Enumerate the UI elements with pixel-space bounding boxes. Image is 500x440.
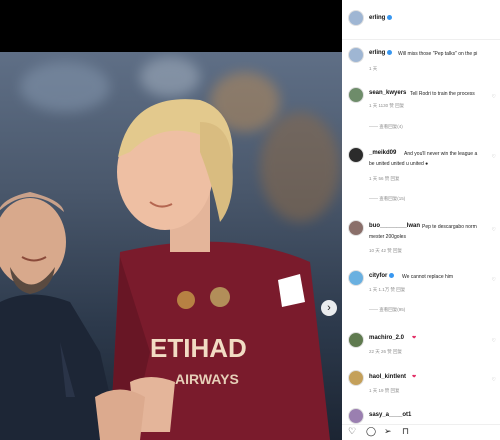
verified-badge-icon xyxy=(387,50,393,55)
like-heart-icon[interactable]: ♡ xyxy=(492,377,496,383)
caption-avatar[interactable] xyxy=(348,47,364,63)
comment-avatar[interactable] xyxy=(348,147,364,163)
verified-badge-icon xyxy=(387,15,393,20)
save-icon[interactable]: ⊓ xyxy=(402,426,409,437)
comment-username[interactable]: _meikd09 xyxy=(369,150,396,156)
post-photo[interactable]: ETIHAD AIRWAYS › xyxy=(0,52,342,440)
comment-icon[interactable]: ◯ xyxy=(366,426,376,437)
view-replies-link[interactable]: —— 查看回复(95) xyxy=(369,307,405,313)
author-avatar[interactable] xyxy=(348,10,364,26)
comment-username[interactable]: cityfor xyxy=(369,273,395,279)
verified-badge-icon xyxy=(389,273,395,278)
like-icon[interactable]: ♡ xyxy=(348,426,356,437)
person-player xyxy=(95,99,330,440)
comment-avatar[interactable] xyxy=(348,408,364,424)
jersey-sponsor-subtext: AIRWAYS xyxy=(175,371,239,387)
author-username[interactable]: erling xyxy=(369,15,393,21)
comment-meta: 1 天 56 赞 回复 xyxy=(369,176,400,181)
caption-text: Will miss those "Pep talks" on the pi xyxy=(398,51,478,57)
comment-username[interactable]: sean_kwyers xyxy=(369,90,406,96)
comment-username[interactable]: haol_kintlent xyxy=(369,374,406,380)
like-heart-icon[interactable]: ♡ xyxy=(492,94,496,100)
comment-text: ❤ xyxy=(412,335,417,341)
like-heart-icon[interactable]: ♡ xyxy=(492,227,496,233)
comment-avatar[interactable] xyxy=(348,220,364,236)
view-replies-link[interactable]: —— 查看回复(4) xyxy=(369,124,403,130)
comment-meta: 10 天 42 赞 回复 xyxy=(369,248,403,253)
comment-avatar[interactable] xyxy=(348,87,364,103)
photo-illustration: ETIHAD AIRWAYS xyxy=(0,99,330,440)
comments-panel: erling erling Will miss those "Pep talks… xyxy=(342,0,500,440)
like-heart-icon[interactable]: ♡ xyxy=(492,338,496,344)
view-replies-link[interactable]: —— 查看回复(15) xyxy=(369,196,405,202)
comment-text: Tell Rodri to train the process xyxy=(410,91,475,97)
like-heart-icon[interactable]: ♡ xyxy=(492,154,496,160)
comment-avatar[interactable] xyxy=(348,270,364,286)
comment-text: Pep te descargabo norm xyxy=(422,224,477,230)
jersey-sponsor-text: ETIHAD xyxy=(150,333,247,363)
instagram-post-viewer: ETIHAD AIRWAYS › erling erling Will miss… xyxy=(0,0,500,440)
comment-text-line2: mester 200goles xyxy=(369,234,406,240)
comment-meta: 1 天 1.1万 赞 回复 xyxy=(369,287,406,292)
comment-meta: 1 天 1130 赞 回复 xyxy=(369,103,405,108)
caption-time: 1 天 xyxy=(369,66,378,71)
comment-username[interactable]: buo________lwan xyxy=(369,223,420,229)
comment-username[interactable]: sasy_a____ot1 xyxy=(369,412,411,418)
comment-text-line2: be united united u united ● xyxy=(369,161,429,167)
comment-text: We cannot replace him xyxy=(402,274,454,280)
comment-meta: 1 天 19 赞 回复 xyxy=(369,388,400,393)
comment-avatar[interactable] xyxy=(348,332,364,348)
post-action-bar: ♡ ◯ ➢ ⊓ xyxy=(342,424,500,440)
caption-username[interactable]: erling xyxy=(369,50,393,56)
comment-text: And you'll never win the league a xyxy=(404,151,478,157)
post-header: erling xyxy=(342,0,500,40)
like-heart-icon[interactable]: ♡ xyxy=(492,277,496,283)
next-photo-button[interactable]: › xyxy=(321,300,337,316)
comment-username[interactable]: machiro_2.0 xyxy=(369,335,404,341)
share-icon[interactable]: ➢ xyxy=(384,426,392,437)
comment-text: ❤ xyxy=(412,374,417,380)
comment-avatar[interactable] xyxy=(348,370,364,386)
chevron-right-icon: › xyxy=(327,302,331,314)
comment-meta: 22 天 26 赞 回复 xyxy=(369,349,403,354)
